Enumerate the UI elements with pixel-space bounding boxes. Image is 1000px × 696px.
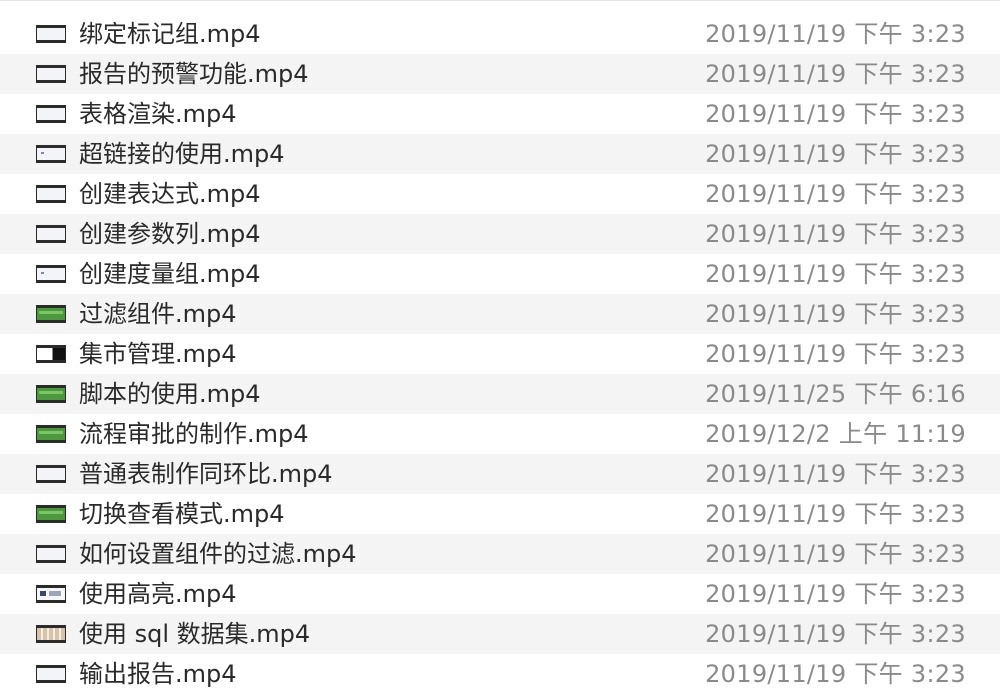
file-date: 2019/11/19 下午 3:23: [705, 340, 966, 368]
file-row[interactable]: 使用 sql 数据集.mp4 2019/11/19 下午 3:23: [0, 614, 1000, 654]
file-name: 普通表制作同环比.mp4: [79, 460, 333, 488]
file-name: 创建表达式.mp4: [79, 180, 261, 208]
file-row[interactable]: 输出报告.mp4 2019/11/19 下午 3:23: [0, 654, 1000, 694]
file-row[interactable]: 创建表达式.mp4 2019/11/19 下午 3:23: [0, 174, 1000, 214]
file-date: 2019/11/25 下午 6:16: [705, 380, 966, 408]
file-row[interactable]: 切换查看模式.mp4 2019/11/19 下午 3:23: [0, 494, 1000, 534]
file-name: 报告的预警功能.mp4: [79, 60, 309, 88]
file-name: 过滤组件.mp4: [79, 300, 237, 328]
file-date: 2019/11/19 下午 3:23: [705, 500, 966, 528]
video-thumbnail-icon: [36, 625, 66, 643]
file-name: 使用高亮.mp4: [79, 580, 237, 608]
file-row[interactable]: 使用高亮.mp4 2019/11/19 下午 3:23: [0, 574, 1000, 614]
video-thumbnail-icon: [36, 465, 66, 483]
file-date: 2019/11/19 下午 3:23: [705, 580, 966, 608]
file-date: 2019/11/19 下午 3:23: [705, 60, 966, 88]
video-thumbnail-icon: [36, 665, 66, 683]
video-thumbnail-icon: [36, 545, 66, 563]
video-thumbnail-icon: [36, 345, 66, 363]
file-list: 绑定标记组.mp4 2019/11/19 下午 3:23 报告的预警功能.mp4…: [0, 0, 1000, 696]
file-row[interactable]: 过滤组件.mp4 2019/11/19 下午 3:23: [0, 294, 1000, 334]
file-row[interactable]: 脚本的使用.mp4 2019/11/25 下午 6:16: [0, 374, 1000, 414]
file-name: 输出报告.mp4: [79, 660, 237, 688]
video-thumbnail-icon: [36, 145, 66, 163]
file-date: 2019/11/19 下午 3:23: [705, 460, 966, 488]
file-date: 2019/11/19 下午 3:23: [705, 540, 966, 568]
file-name: 超链接的使用.mp4: [79, 140, 285, 168]
file-date: 2019/11/19 下午 3:23: [705, 180, 966, 208]
file-date: 2019/11/19 下午 3:23: [705, 140, 966, 168]
file-date: 2019/11/19 下午 3:23: [705, 220, 966, 248]
file-date: 2019/11/19 下午 3:23: [705, 100, 966, 128]
file-row[interactable]: 创建度量组.mp4 2019/11/19 下午 3:23: [0, 254, 1000, 294]
file-row[interactable]: 表格渲染.mp4 2019/11/19 下午 3:23: [0, 94, 1000, 134]
file-date: 2019/11/19 下午 3:23: [705, 20, 966, 48]
file-date: 2019/12/2 上午 11:19: [705, 420, 966, 448]
file-date: 2019/11/19 下午 3:23: [705, 620, 966, 648]
file-date: 2019/11/19 下午 3:23: [705, 260, 966, 288]
video-thumbnail-icon: [36, 305, 66, 323]
video-thumbnail-icon: [36, 185, 66, 203]
file-row[interactable]: 创建参数列.mp4 2019/11/19 下午 3:23: [0, 214, 1000, 254]
file-date: 2019/11/19 下午 3:23: [705, 660, 966, 688]
video-thumbnail-icon: [36, 505, 66, 523]
file-name: 切换查看模式.mp4: [79, 500, 285, 528]
file-name: 如何设置组件的过滤.mp4: [79, 540, 357, 568]
video-thumbnail-icon: [36, 105, 66, 123]
file-row[interactable]: 流程审批的制作.mp4 2019/12/2 上午 11:19: [0, 414, 1000, 454]
video-thumbnail-icon: [36, 385, 66, 403]
video-thumbnail-icon: [36, 425, 66, 443]
file-row[interactable]: 报告的预警功能.mp4 2019/11/19 下午 3:23: [0, 54, 1000, 94]
file-name: 流程审批的制作.mp4: [79, 420, 309, 448]
file-row[interactable]: 绑定标记组.mp4 2019/11/19 下午 3:23: [0, 14, 1000, 54]
file-name: 表格渲染.mp4: [79, 100, 237, 128]
file-name: 绑定标记组.mp4: [79, 20, 261, 48]
video-thumbnail-icon: [36, 225, 66, 243]
file-row[interactable]: 普通表制作同环比.mp4 2019/11/19 下午 3:23: [0, 454, 1000, 494]
video-thumbnail-icon: [36, 265, 66, 283]
file-name: 创建度量组.mp4: [79, 260, 261, 288]
video-thumbnail-icon: [36, 585, 66, 603]
file-name: 使用 sql 数据集.mp4: [79, 620, 311, 648]
file-row[interactable]: 如何设置组件的过滤.mp4 2019/11/19 下午 3:23: [0, 534, 1000, 574]
file-date: 2019/11/19 下午 3:23: [705, 300, 966, 328]
file-name: 集市管理.mp4: [79, 340, 237, 368]
video-thumbnail-icon: [36, 25, 66, 43]
file-name: 脚本的使用.mp4: [79, 380, 261, 408]
file-row[interactable]: 超链接的使用.mp4 2019/11/19 下午 3:23: [0, 134, 1000, 174]
file-row[interactable]: 集市管理.mp4 2019/11/19 下午 3:23: [0, 334, 1000, 374]
file-name: 创建参数列.mp4: [79, 220, 261, 248]
video-thumbnail-icon: [36, 65, 66, 83]
